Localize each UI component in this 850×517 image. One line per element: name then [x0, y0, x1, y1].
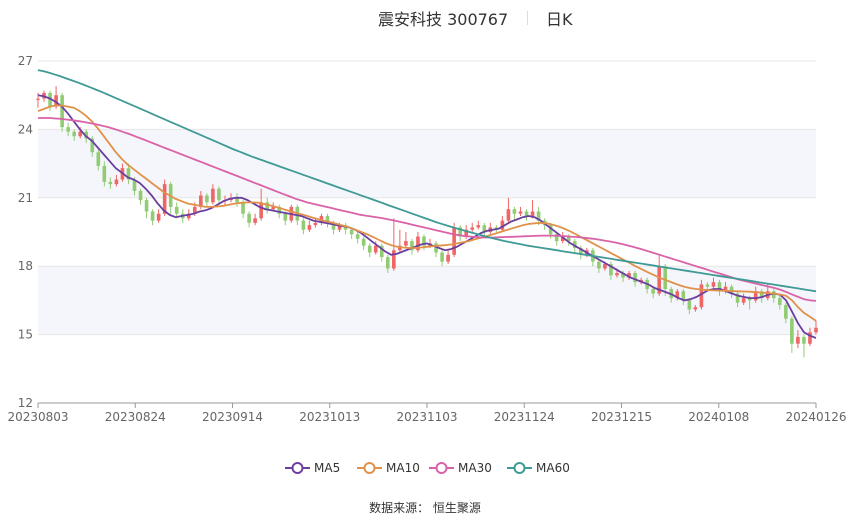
chart-legend: MA5 MA10 MA30 MA60: [0, 459, 850, 477]
x-tick-label: 20231013: [299, 410, 360, 424]
y-tick-label: 21: [18, 191, 33, 205]
candle-body: [247, 213, 251, 223]
candle-body: [385, 257, 390, 269]
legend-marker-icon: [507, 462, 532, 474]
y-tick-label: 18: [18, 259, 33, 273]
legend-label: MA60: [536, 461, 570, 475]
candle-body: [470, 227, 475, 230]
candle-body: [144, 200, 149, 212]
grid-band: [38, 129, 816, 198]
legend-item-ma10[interactable]: MA10: [357, 459, 420, 477]
candle-body: [36, 98, 40, 100]
legend-item-ma30[interactable]: MA30: [429, 459, 492, 477]
candle-body: [217, 188, 221, 201]
candle-body: [156, 213, 161, 221]
legend-label: MA30: [458, 461, 492, 475]
candle-body: [174, 206, 179, 214]
legend-marker-icon: [429, 462, 454, 474]
x-tick-label: 20231103: [396, 410, 457, 424]
legend-item-ma60[interactable]: MA60: [507, 459, 570, 477]
candle-body: [373, 245, 378, 253]
x-tick-label: 20240108: [688, 410, 749, 424]
candle-body: [518, 211, 523, 214]
candle-body: [440, 252, 444, 262]
candle-body: [259, 202, 263, 219]
x-tick-label: 20230803: [7, 410, 68, 424]
candle-body: [108, 181, 113, 185]
x-tick-label: 20230824: [105, 410, 166, 424]
y-tick-label: 15: [18, 328, 33, 342]
y-tick-label: 12: [18, 396, 33, 410]
candle-body: [404, 241, 408, 246]
candle-body: [392, 250, 396, 269]
candle-body: [784, 304, 788, 319]
candle-body: [367, 245, 372, 253]
candle-body: [597, 261, 601, 269]
candle-body: [253, 218, 257, 223]
grid-band: [38, 266, 816, 335]
y-tick-label: 24: [18, 122, 33, 136]
candle-body: [205, 195, 209, 203]
candle-body: [476, 225, 481, 228]
x-tick-label: 20231215: [591, 410, 652, 424]
candle-body: [687, 300, 692, 310]
candle-body: [114, 179, 119, 185]
legend-item-ma5[interactable]: MA5: [285, 459, 340, 477]
candle-body: [814, 327, 818, 333]
candle-body: [615, 273, 619, 276]
candle-body: [60, 95, 64, 128]
candle-body: [349, 229, 354, 235]
legend-marker-icon: [285, 462, 310, 474]
candle-body: [506, 209, 511, 221]
y-tick-label: 27: [18, 54, 33, 68]
candle-body: [693, 307, 698, 310]
candle-body: [355, 234, 360, 239]
x-tick-label: 20240126: [785, 410, 846, 424]
legend-label: MA5: [314, 461, 341, 475]
candle-body: [452, 227, 456, 255]
candle-body: [313, 222, 318, 226]
x-tick-label: 20230914: [202, 410, 263, 424]
candlestick-chart: 12 15 18 21 24 27 20230803 20230824 20230914 2023…: [7, 54, 846, 424]
candle-body: [241, 202, 245, 214]
candle-body: [741, 298, 746, 303]
candle-body: [307, 225, 312, 230]
legend-marker-icon: [357, 462, 382, 474]
candle-body: [150, 211, 155, 221]
x-tick-label: 20231124: [494, 410, 555, 424]
candle-body: [361, 238, 366, 246]
candle-body: [102, 165, 107, 182]
candle-body: [301, 220, 306, 230]
candle-body: [796, 336, 800, 344]
candle-body: [283, 213, 288, 221]
candle-body: [512, 209, 517, 214]
candle-body: [72, 131, 76, 137]
candle-body: [211, 188, 215, 203]
candle-body: [705, 284, 710, 287]
candle-body: [790, 318, 794, 344]
candle-body: [663, 266, 668, 289]
candle-body: [802, 336, 806, 344]
candle-body: [711, 282, 716, 287]
candle-body: [446, 254, 450, 262]
data-source: 数据来源： 恒生聚源: [369, 501, 481, 515]
candle-body: [530, 211, 535, 217]
candle-body: [138, 190, 143, 201]
candle-body: [96, 152, 101, 166]
candle-body: [66, 127, 70, 132]
candle-body: [778, 298, 782, 305]
legend-label: MA10: [386, 461, 420, 475]
candle-body: [651, 289, 655, 294]
